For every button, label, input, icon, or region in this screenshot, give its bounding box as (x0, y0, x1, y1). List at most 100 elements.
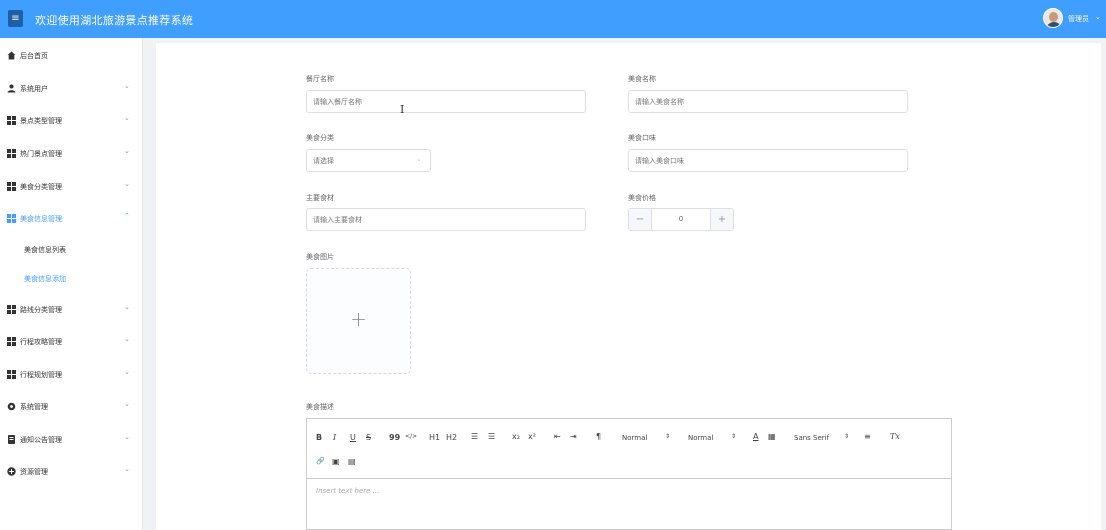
category-select[interactable] (306, 149, 431, 172)
flavor-input[interactable] (628, 149, 908, 172)
sidebar-subitem-food-add[interactable]: 美食信息添加 (24, 274, 66, 284)
header-2-button[interactable]: H2 (446, 433, 457, 442)
description-label: 美食描述 (306, 403, 334, 411)
image-label: 美食图片 (306, 253, 334, 261)
category-label: 美食分类 (306, 134, 334, 142)
superscript-button[interactable]: x² (528, 432, 536, 441)
sidebar-item-label: 景点类型管理 (20, 117, 62, 125)
food-name-label: 美食名称 (628, 75, 656, 83)
blockquote-button[interactable]: 99 (389, 433, 400, 442)
bold-button[interactable]: B (316, 433, 322, 442)
chevron-down-icon[interactable]: ⌄ (1095, 13, 1101, 21)
video-button[interactable]: ▤ (348, 457, 356, 466)
grid-icon (7, 370, 16, 379)
sidebar-item-food-info[interactable]: 美食信息管理 ⌃ (0, 203, 143, 233)
menu-toggle-button[interactable]: ≡ (8, 10, 23, 27)
sidebar-item-label: 系统用户 (20, 85, 48, 93)
user-icon (7, 84, 16, 93)
strike-button[interactable]: S (366, 433, 371, 442)
italic-button[interactable]: I (333, 433, 336, 442)
ordered-list-button[interactable]: ☰ (471, 432, 478, 441)
grid-icon (7, 116, 16, 125)
grid-icon (7, 149, 16, 158)
size-picker[interactable]: Normal (622, 434, 647, 442)
sidebar-item-trip-planning[interactable]: 行程规划管理 ⌄ (0, 359, 143, 389)
subscript-button[interactable]: x₂ (512, 432, 520, 441)
editor-placeholder[interactable]: Insert text here ... (316, 487, 379, 495)
hamburger-icon: ≡ (11, 13, 20, 24)
sidebar-item-system-users[interactable]: 系统用户 ⌄ (0, 73, 143, 103)
price-stepper[interactable]: − 0 + (628, 208, 734, 231)
gear-icon (7, 402, 16, 411)
sidebar-item-label: 行程规划管理 (20, 371, 62, 379)
grid-icon (7, 182, 16, 191)
chevron-down-icon: ⌄ (124, 400, 130, 408)
grid-icon (7, 214, 16, 223)
sidebar-item-food-categories[interactable]: 美食分类管理 ⌄ (0, 171, 143, 201)
text-direction-button[interactable]: ¶ (596, 432, 601, 441)
sidebar-item-label: 行程攻略管理 (20, 338, 62, 346)
ingredients-label: 主要食材 (306, 194, 334, 202)
restaurant-label: 餐厅名称 (306, 75, 334, 83)
sidebar-item-label: 通知公告管理 (20, 436, 62, 444)
plus-circle-icon (7, 467, 16, 476)
outdent-button[interactable]: ⇤ (554, 432, 561, 441)
sidebar-subitem-food-list[interactable]: 美食信息列表 (24, 245, 66, 255)
image-uploader[interactable]: + (306, 268, 411, 374)
sidebar: 后台首页 系统用户 ⌄ 景点类型管理 ⌄ 热门景点管理 ⌄ 美食分类管理 ⌄ 美… (0, 38, 143, 530)
home-icon (7, 51, 16, 60)
clean-format-button[interactable]: Tx (890, 432, 900, 441)
updown-caret-icon: ⇕ (844, 433, 850, 440)
avatar[interactable] (1043, 8, 1063, 28)
document-icon (7, 435, 16, 444)
sidebar-item-announcements[interactable]: 通知公告管理 ⌄ (0, 424, 143, 454)
editor-toolbar: B I U S 99 </> H1 H2 ☰ ☰ x₂ x² ⇤ ⇥ ¶ Nor… (307, 419, 951, 479)
font-color-button[interactable]: A (753, 432, 758, 441)
background-color-button[interactable]: ▦ (768, 432, 776, 441)
food-name-input[interactable] (628, 90, 908, 113)
sidebar-item-scenic-types[interactable]: 景点类型管理 ⌄ (0, 105, 143, 135)
chevron-down-icon: ⌄ (124, 335, 130, 343)
sidebar-item-resources[interactable]: 资源管理 ⌄ (0, 456, 143, 486)
sidebar-item-label: 美食分类管理 (20, 183, 62, 191)
main-content: 餐厅名称 美食名称 美食分类 ⌄ 美食口味 主要食材 美食价格 − 0 + 美食… (156, 43, 1101, 530)
chevron-up-icon: ⌃ (124, 212, 130, 220)
sidebar-item-label: 系统管理 (20, 403, 48, 411)
sidebar-item-home[interactable]: 后台首页 (0, 40, 143, 70)
font-picker[interactable]: Sans Serif (794, 434, 829, 442)
sidebar-item-travel-guides[interactable]: 行程攻略管理 ⌄ (0, 326, 143, 356)
grid-icon (7, 305, 16, 314)
chevron-down-icon: ⌄ (124, 433, 130, 441)
chevron-down-icon: ⌄ (124, 368, 130, 376)
sidebar-item-system-settings[interactable]: 系统管理 ⌄ (0, 391, 143, 421)
sidebar-item-label: 热门景点管理 (20, 150, 62, 158)
restaurant-input[interactable] (306, 90, 586, 113)
flavor-label: 美食口味 (628, 134, 656, 142)
price-value[interactable]: 0 (652, 215, 710, 223)
code-block-button[interactable]: </> (405, 433, 417, 440)
header-picker[interactable]: Normal (688, 434, 713, 442)
decrement-button[interactable]: − (629, 209, 652, 230)
chevron-down-icon: ⌄ (124, 82, 130, 90)
indent-button[interactable]: ⇥ (570, 432, 577, 441)
align-button[interactable]: ≡ (864, 432, 871, 441)
updown-caret-icon: ⇕ (731, 433, 737, 440)
header-1-button[interactable]: H1 (429, 433, 440, 442)
rich-text-editor: B I U S 99 </> H1 H2 ☰ ☰ x₂ x² ⇤ ⇥ ¶ Nor… (306, 418, 952, 530)
chevron-down-icon: ⌄ (124, 303, 130, 311)
user-menu-label[interactable]: 管理员 (1068, 14, 1089, 24)
chevron-down-icon[interactable]: ⌄ (416, 155, 422, 163)
sidebar-item-label: 路线分类管理 (20, 306, 62, 314)
image-button[interactable]: ▣ (332, 457, 340, 466)
price-label: 美食价格 (628, 194, 656, 202)
text-cursor-icon: I (400, 103, 405, 116)
increment-button[interactable]: + (710, 209, 733, 230)
chevron-down-icon: ⌄ (124, 180, 130, 188)
sidebar-item-route-categories[interactable]: 路线分类管理 ⌄ (0, 294, 143, 324)
sidebar-item-hot-scenic[interactable]: 热门景点管理 ⌄ (0, 138, 143, 168)
link-button[interactable]: 🔗 (316, 457, 325, 465)
underline-button[interactable]: U (350, 433, 356, 442)
ingredients-input[interactable] (306, 208, 586, 231)
sidebar-item-label: 后台首页 (20, 52, 48, 60)
bullet-list-button[interactable]: ☰ (488, 432, 495, 441)
